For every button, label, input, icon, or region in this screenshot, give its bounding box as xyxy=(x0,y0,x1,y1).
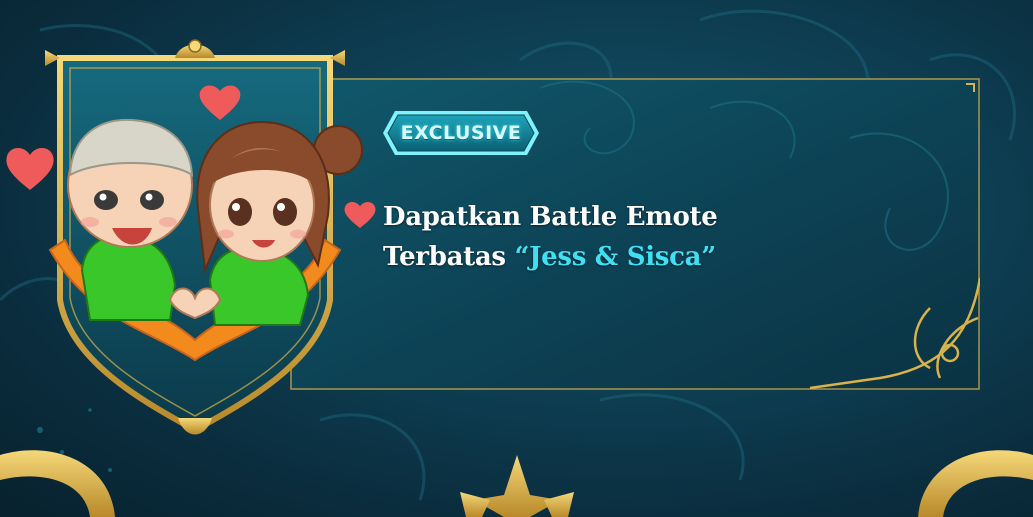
event-banner: EXCLUSIVE Dapatkan Battle Emote Terbatas… xyxy=(0,0,1033,517)
gold-corner-ornament xyxy=(0,450,115,517)
gold-corner-ornament xyxy=(918,450,1033,517)
bottom-ornaments xyxy=(0,450,1033,517)
crown-icon xyxy=(460,455,574,517)
